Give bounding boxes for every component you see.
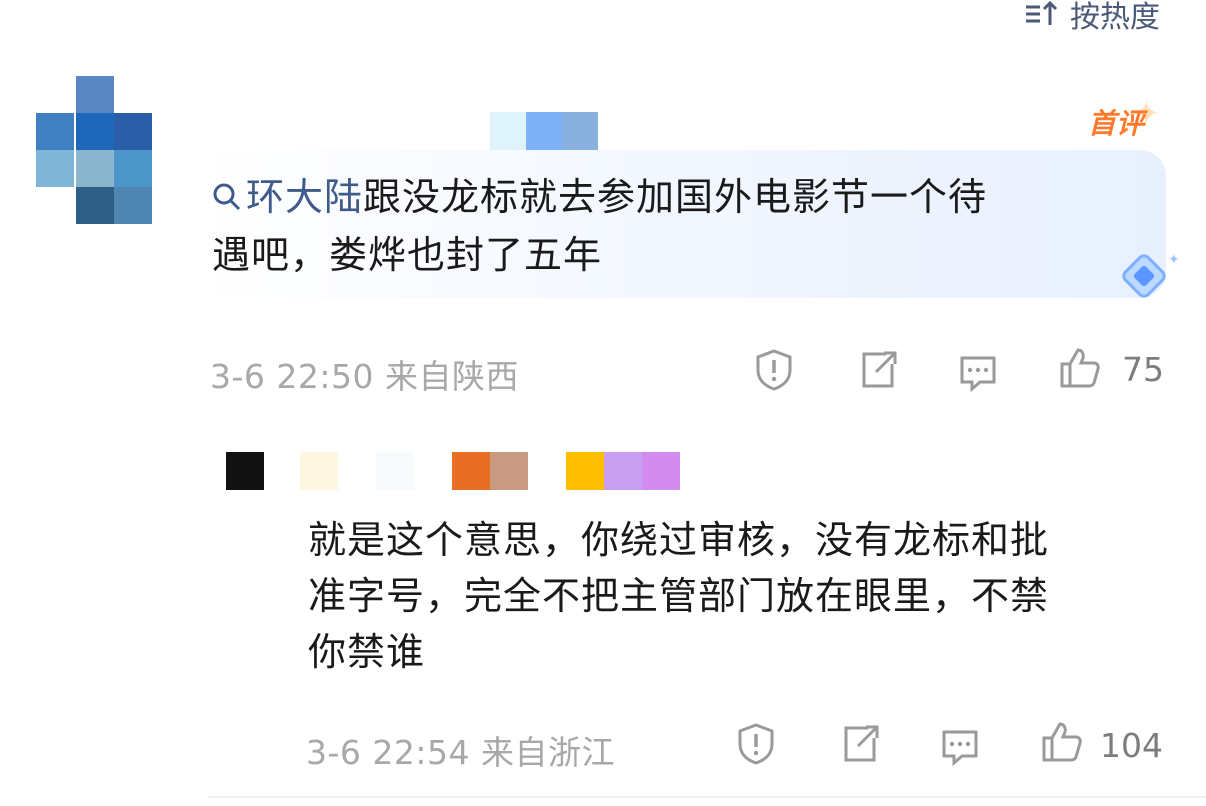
reply-meta: 3-6 22:54 来自浙江 xyxy=(306,733,615,772)
search-icon xyxy=(213,183,241,211)
reply-comment-icon[interactable] xyxy=(938,724,982,768)
share-icon[interactable] xyxy=(856,348,900,392)
first-comment-badge: ✦ 首评 xyxy=(1088,94,1161,140)
comment-meta: 3-6 22:50 来自陕西 xyxy=(210,357,519,396)
reply-like-icon[interactable] xyxy=(1040,720,1084,764)
sort-by-hot-button[interactable]: 按热度 xyxy=(1024,0,1160,36)
divider xyxy=(208,796,1206,798)
reply-share-icon[interactable] xyxy=(838,722,882,766)
comment-icon[interactable] xyxy=(956,350,1000,394)
avatar[interactable] xyxy=(36,76,152,224)
like-icon[interactable] xyxy=(1058,346,1102,390)
report-icon[interactable] xyxy=(752,348,796,392)
svg-text:✦: ✦ xyxy=(1168,252,1180,268)
comment-text: 环大陆跟没龙标就去参加国外电影节一个待 遇吧，娄烨也封了五年 xyxy=(212,175,988,277)
username-redacted[interactable] xyxy=(490,112,598,150)
sort-label: 按热度 xyxy=(1070,0,1160,35)
reply-username-redacted[interactable] xyxy=(226,452,680,490)
reply-text: 就是这个意思，你绕过审核，没有龙标和批 准字号，完全不把主管部门放在眼里，不禁 … xyxy=(308,518,1050,674)
sort-icon xyxy=(1026,0,1058,25)
reply-like-count: 104 xyxy=(1100,726,1163,765)
like-count: 75 xyxy=(1122,350,1164,389)
keyword-link[interactable]: 环大陆 xyxy=(212,175,363,219)
reply-report-icon[interactable] xyxy=(734,722,778,766)
diamond-icon: ✦ xyxy=(1122,252,1180,298)
